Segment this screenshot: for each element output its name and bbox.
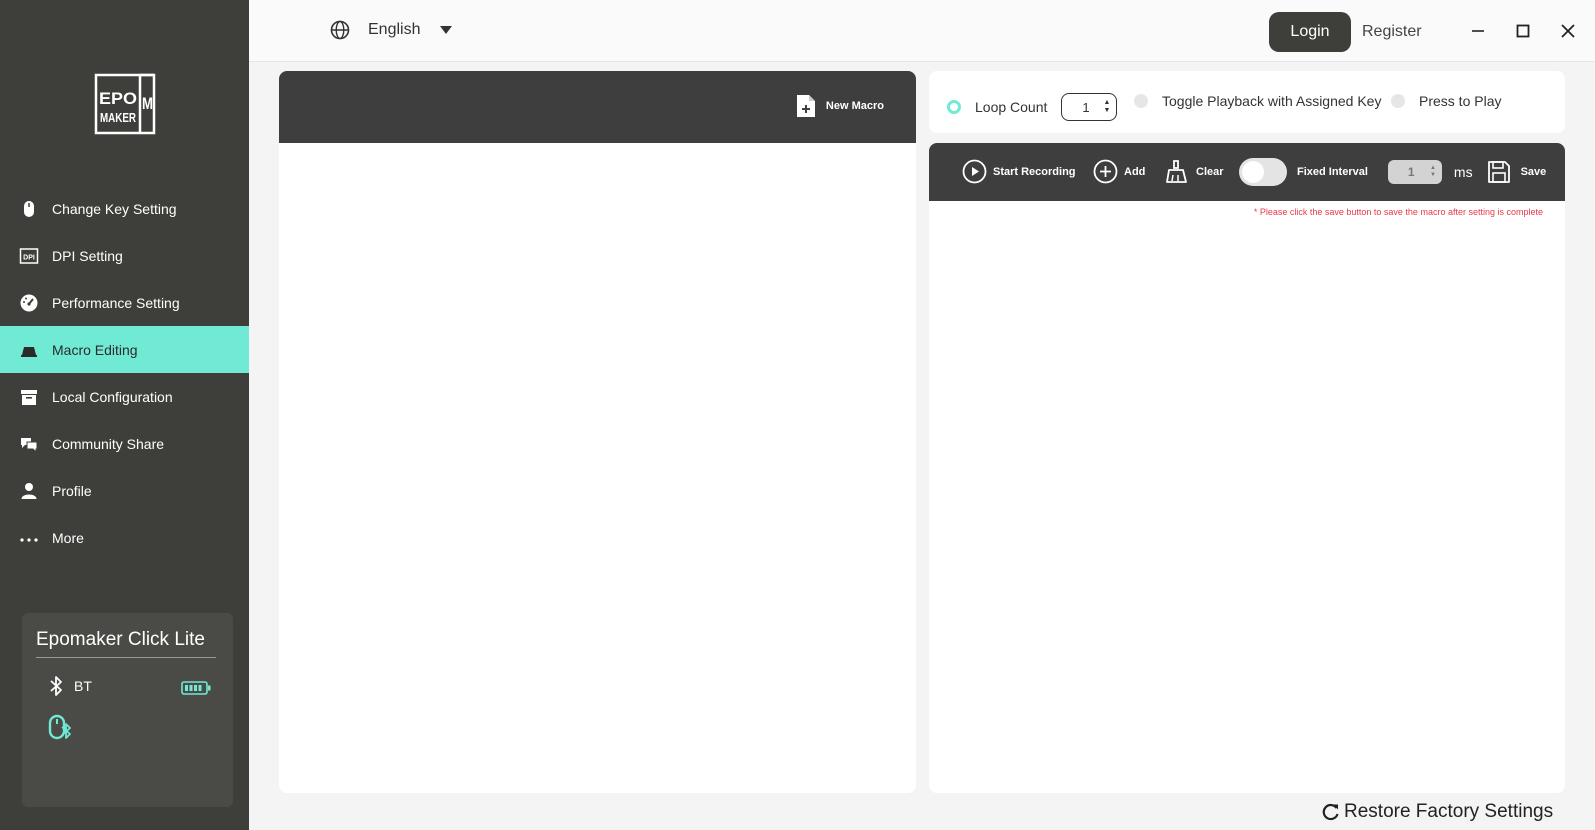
plus-circle-icon: [1093, 159, 1118, 184]
press-to-play-option[interactable]: Press to Play: [1391, 93, 1501, 109]
archive-icon: [19, 387, 39, 407]
macro-editor-panel: Start Recording Add Clear Fixed Interval: [929, 143, 1565, 793]
sidebar-item-label: Local Configuration: [52, 388, 173, 405]
restore-factory-settings-button[interactable]: Restore Factory Settings: [1322, 801, 1553, 823]
device-card: Epomaker Click Lite BT: [22, 613, 233, 807]
sidebar-item-dpi-setting[interactable]: DPI DPI Setting: [0, 232, 249, 279]
start-recording-label: Start Recording: [993, 165, 1076, 178]
fixed-interval-label: Fixed Interval: [1297, 166, 1368, 178]
svg-text:EPO: EPO: [99, 89, 137, 108]
language-selector[interactable]: English: [330, 20, 453, 40]
interval-unit: ms: [1453, 164, 1473, 180]
sidebar-item-label: Performance Setting: [52, 294, 180, 311]
device-name: Epomaker Click Lite: [36, 629, 216, 658]
save-label[interactable]: Save: [1521, 166, 1547, 178]
clear-label: Clear: [1196, 165, 1224, 178]
new-macro-label: New Macro: [825, 100, 884, 112]
new-macro-button[interactable]: New Macro: [796, 94, 884, 118]
sidebar-item-macro-editing[interactable]: Macro Editing: [0, 326, 249, 373]
start-recording-button[interactable]: Start Recording: [962, 159, 1076, 184]
save-icon[interactable]: [1487, 160, 1511, 184]
svg-text:DPI: DPI: [23, 254, 35, 261]
loop-count-label: Loop Count: [975, 99, 1048, 115]
bluetooth-icon: [50, 676, 62, 696]
register-link[interactable]: Register: [1362, 23, 1422, 41]
close-icon[interactable]: [1559, 22, 1577, 40]
stepper-arrows-icon[interactable]: ▲ ▼: [1430, 165, 1436, 179]
sidebar-item-change-key-setting[interactable]: Change Key Setting: [0, 185, 249, 232]
restore-label: Restore Factory Settings: [1344, 801, 1554, 822]
loop-count-option[interactable]: Loop Count 1 ▲ ▼: [947, 93, 1118, 121]
sidebar-item-label: Profile: [52, 482, 92, 499]
play-circle-icon: [962, 159, 987, 184]
playback-mode-bar: Loop Count 1 ▲ ▼ Toggle Playback with Ass…: [929, 71, 1565, 133]
loop-count-value: 1: [1082, 99, 1090, 115]
broom-icon: [1166, 160, 1187, 183]
macro-list-panel: New Macro: [279, 71, 916, 793]
sidebar-item-label: DPI Setting: [52, 247, 123, 264]
more-icon: [19, 528, 39, 548]
minimize-icon[interactable]: [1469, 22, 1487, 40]
stepper-arrows-icon[interactable]: ▲ ▼: [1103, 99, 1110, 115]
press-to-play-label: Press to Play: [1419, 93, 1502, 109]
sidebar-item-label: Change Key Setting: [52, 200, 177, 217]
language-value: English: [368, 21, 421, 38]
chat-icon: [19, 434, 39, 454]
clear-button[interactable]: Clear: [1165, 159, 1224, 184]
login-button[interactable]: Login: [1269, 12, 1351, 52]
add-label: Add: [1124, 165, 1146, 178]
user-icon: [19, 481, 39, 501]
sidebar-nav: Change Key Setting DPI DPI Setting Perfo…: [0, 185, 249, 561]
interval-stepper[interactable]: 1 ▲ ▼: [1387, 160, 1442, 184]
svg-text:MAKER: MAKER: [100, 110, 136, 125]
battery-full-icon: [181, 680, 211, 701]
globe-icon: [330, 20, 350, 40]
sidebar-item-performance-setting[interactable]: Performance Setting: [0, 279, 249, 326]
maximize-icon[interactable]: [1514, 22, 1532, 40]
sidebar: EPO MAKER M Change Key Setting DPI DPI S…: [0, 0, 249, 830]
toggle-knob: [1242, 161, 1264, 183]
sidebar-item-community-share[interactable]: Community Share: [0, 420, 249, 467]
sidebar-item-more[interactable]: More: [0, 514, 249, 561]
toggle-playback-option[interactable]: Toggle Playback with Assigned Key: [1134, 93, 1381, 109]
mouse-icon: [19, 199, 39, 219]
mouse-bluetooth-icon: [48, 712, 74, 747]
toggle-playback-label: Toggle Playback with Assigned Key: [1162, 93, 1382, 109]
chevron-down-icon: [440, 26, 453, 34]
macro-list-header: New Macro: [279, 71, 916, 143]
refresh-icon: [1322, 803, 1339, 821]
toggle-playback-radio[interactable]: [1134, 94, 1148, 108]
add-button[interactable]: Add: [1093, 159, 1145, 184]
dpi-icon: DPI: [19, 246, 39, 266]
sidebar-item-label: Community Share: [52, 435, 165, 452]
save-notice: * Please click the save button to save t…: [1253, 207, 1543, 217]
sidebar-item-label: Macro Editing: [52, 341, 138, 358]
sidebar-item-label: More: [52, 529, 84, 546]
top-bar: English Login Register: [249, 0, 1595, 62]
svg-text:M: M: [142, 94, 153, 113]
fixed-interval-control: Fixed Interval 1 ▲ ▼ ms Save: [1239, 158, 1546, 186]
fixed-interval-toggle[interactable]: [1239, 158, 1287, 186]
loop-count-stepper[interactable]: 1 ▲ ▼: [1061, 93, 1118, 121]
keyboard-icon: [19, 340, 39, 360]
sidebar-item-profile[interactable]: Profile: [0, 467, 249, 514]
loop-count-radio[interactable]: [947, 100, 961, 114]
epomaker-logo: EPO MAKER M: [94, 73, 156, 135]
connection-status: BT: [48, 675, 92, 697]
new-file-icon: [796, 95, 815, 117]
sidebar-item-local-configuration[interactable]: Local Configuration: [0, 373, 249, 420]
press-to-play-radio[interactable]: [1391, 94, 1405, 108]
speedometer-icon: [19, 293, 39, 313]
connection-label: BT: [74, 678, 92, 694]
interval-value: 1: [1407, 165, 1415, 179]
editor-toolbar: Start Recording Add Clear Fixed Interval: [929, 143, 1565, 201]
